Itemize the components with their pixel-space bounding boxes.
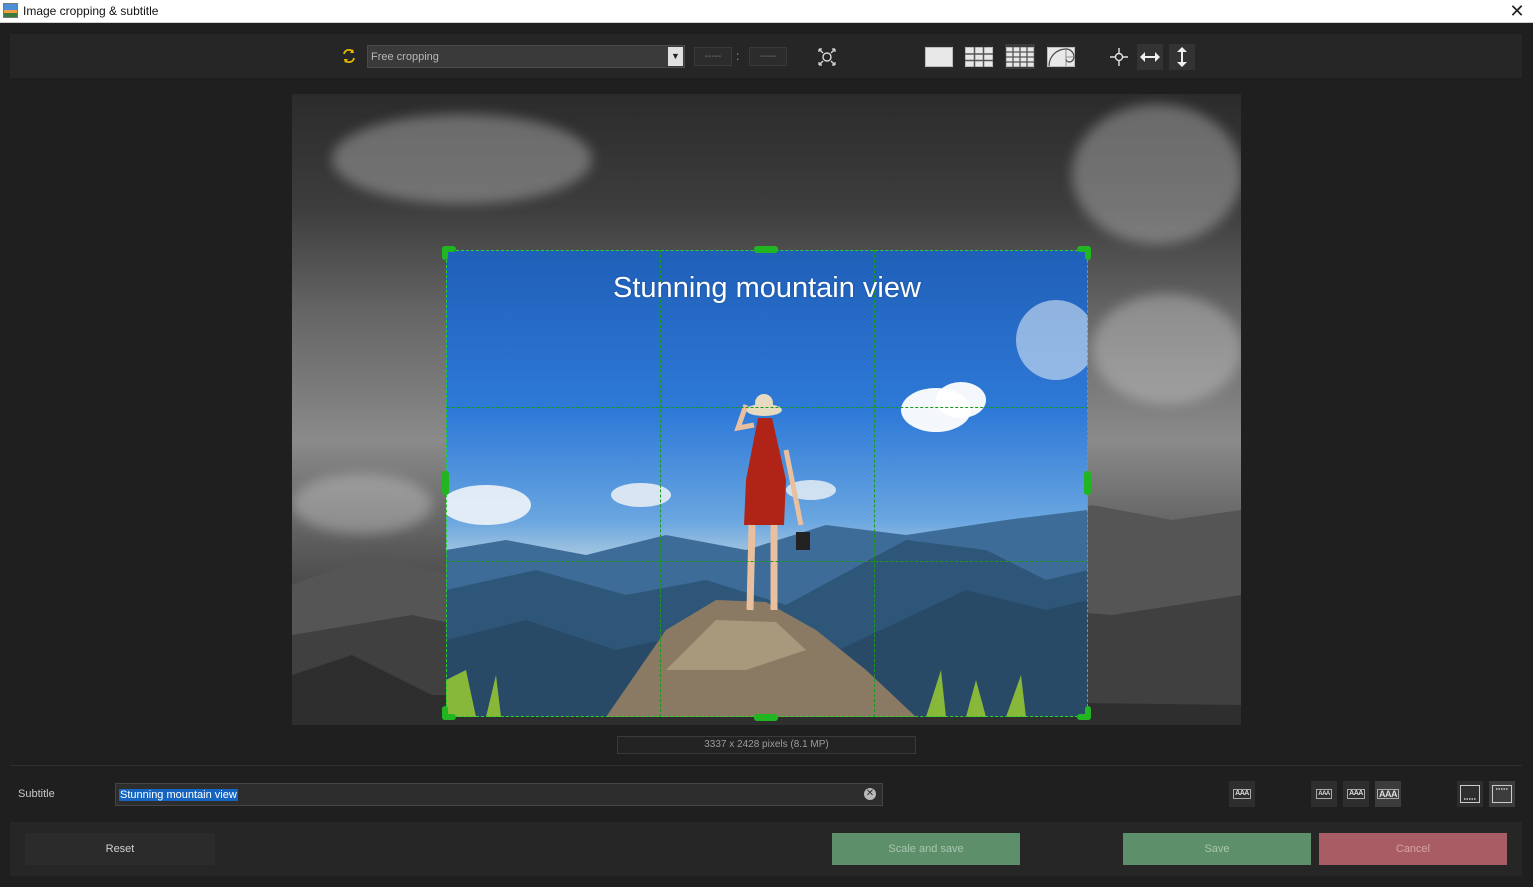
- grid-line: [660, 250, 661, 717]
- clear-icon[interactable]: ✕: [864, 788, 876, 800]
- text-size-medium-icon: AAA: [1347, 789, 1365, 799]
- crop-handle-left[interactable]: [442, 471, 449, 495]
- golden-spiral-icon: [1047, 46, 1075, 67]
- reset-button[interactable]: Reset: [25, 833, 215, 865]
- center-crop-icon: [818, 48, 836, 66]
- chevron-down-icon[interactable]: ▼: [668, 47, 683, 66]
- grid-3x3-button[interactable]: [964, 44, 994, 69]
- crop-mode-value: Free cropping: [371, 51, 439, 63]
- ratio-height-input[interactable]: [749, 47, 787, 66]
- crop-handle-top[interactable]: [754, 246, 778, 253]
- crop-handle-top-left-vertical[interactable]: [442, 246, 448, 260]
- grid-4x4-button[interactable]: [1005, 44, 1035, 69]
- golden-spiral-button[interactable]: [1046, 44, 1076, 69]
- cancel-button[interactable]: Cancel: [1319, 833, 1507, 865]
- crop-handle-bottom-right-vertical[interactable]: [1085, 706, 1091, 720]
- image-dimensions-info: 3337 x 2428 pixels (8.1 MP): [617, 736, 916, 754]
- text-size-large-button[interactable]: AAA: [1375, 781, 1401, 807]
- vertical-extend-icon: [1177, 47, 1187, 67]
- crop-handle-bottom[interactable]: [754, 714, 778, 721]
- close-icon[interactable]: ✕: [1507, 1, 1527, 21]
- ratio-swap-icon[interactable]: [340, 48, 358, 66]
- window-title: Image cropping & subtitle: [23, 4, 159, 18]
- text-size-small-button[interactable]: AAA: [1311, 781, 1337, 807]
- subtitle-input-value[interactable]: Stunning mountain view: [119, 789, 238, 801]
- font-style-icon: AAA: [1233, 789, 1251, 799]
- subtitle-top-icon: [1492, 785, 1512, 803]
- center-crop-button[interactable]: [815, 45, 839, 69]
- grid-line: [446, 561, 1088, 562]
- horizontal-extend-button[interactable]: [1137, 44, 1163, 70]
- crop-border[interactable]: [446, 250, 1088, 717]
- crop-handle-bottom-left-vertical[interactable]: [442, 706, 448, 720]
- grid-4x4-icon: [1006, 46, 1034, 67]
- save-button[interactable]: Save: [1123, 833, 1311, 865]
- no-grid-icon: [925, 46, 953, 67]
- subtitle-label: Subtitle: [18, 788, 55, 800]
- subtitle-font-button[interactable]: AAA: [1229, 781, 1255, 807]
- center-point-button[interactable]: [1107, 45, 1131, 69]
- horizontal-extend-icon: [1140, 52, 1160, 62]
- grid-line: [446, 407, 1088, 408]
- crop-mode-select[interactable]: Free cropping ▼: [367, 45, 685, 68]
- text-size-medium-button[interactable]: AAA: [1343, 781, 1369, 807]
- no-grid-button[interactable]: [924, 44, 954, 69]
- ratio-width-input[interactable]: [694, 47, 732, 66]
- subtitle-input[interactable]: Stunning mountain view ✕: [115, 783, 883, 806]
- ratio-separator: :: [736, 49, 740, 63]
- crop-handle-top-right-vertical[interactable]: [1085, 246, 1091, 260]
- app-icon: [3, 3, 18, 18]
- grid-3x3-icon: [965, 46, 993, 67]
- subtitle-overlay-text: Stunning mountain view: [613, 272, 921, 304]
- crop-handle-right[interactable]: [1084, 471, 1091, 495]
- position-top-button[interactable]: [1489, 781, 1515, 807]
- position-bottom-button[interactable]: [1457, 781, 1483, 807]
- grid-line: [874, 250, 875, 717]
- scale-and-save-button[interactable]: Scale and save: [832, 833, 1020, 865]
- center-point-icon: [1110, 48, 1128, 66]
- divider: [10, 765, 1522, 766]
- text-size-small-icon: AAA: [1316, 789, 1332, 799]
- title-bar: Image cropping & subtitle ✕: [0, 0, 1533, 23]
- vertical-extend-button[interactable]: [1169, 44, 1195, 70]
- subtitle-bottom-icon: [1460, 785, 1480, 803]
- text-size-large-icon: AAA: [1377, 789, 1399, 799]
